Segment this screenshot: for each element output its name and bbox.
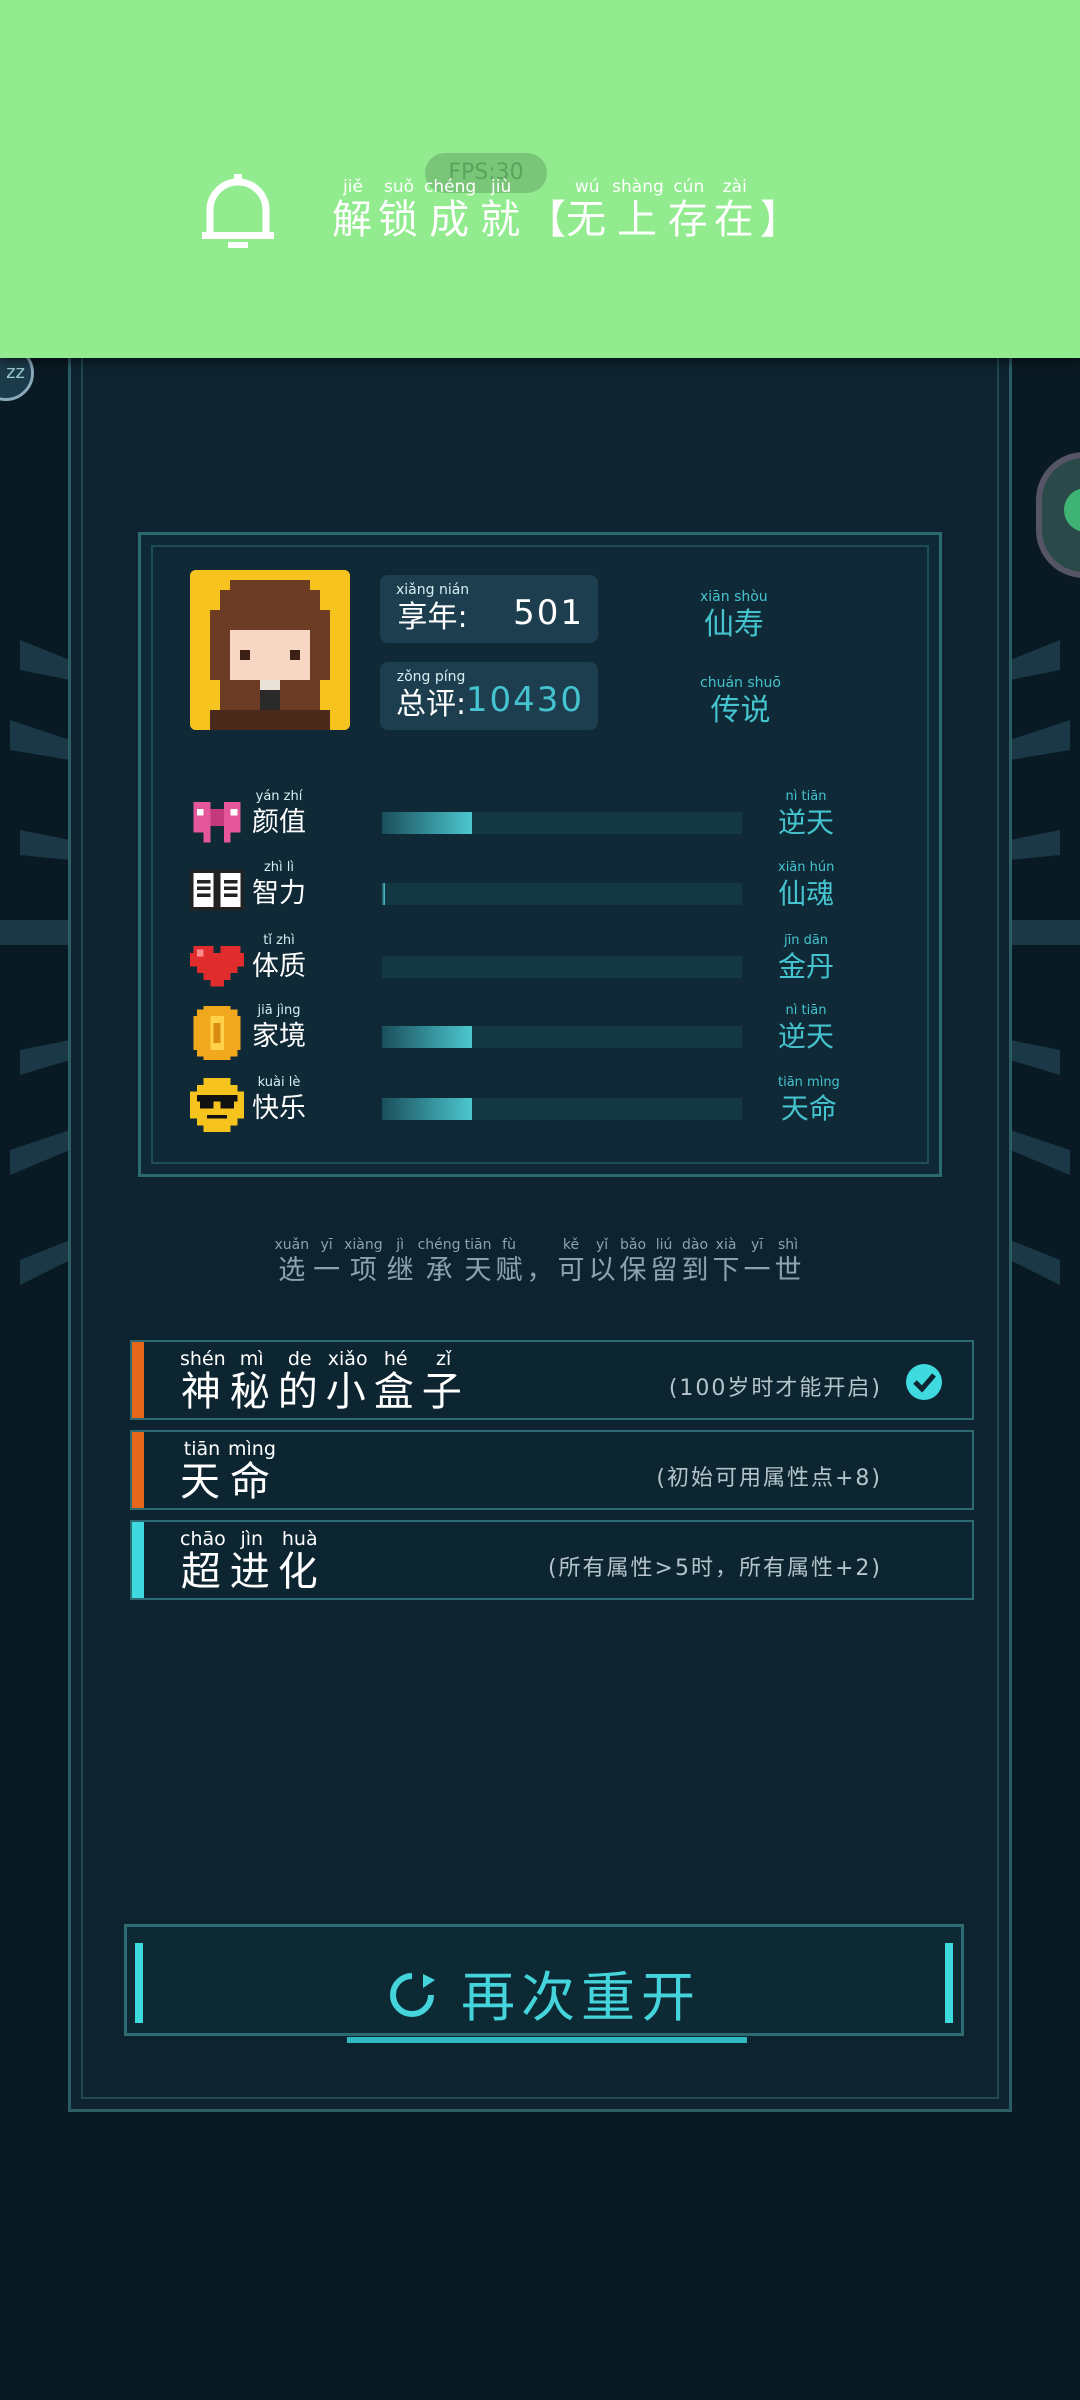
restart-icon: [390, 1973, 435, 2017]
age-value: 501: [513, 593, 584, 633]
attribute-bar: [382, 956, 742, 978]
avatar: [190, 570, 350, 730]
talent-name: tiān 天 mìng 命: [180, 1438, 276, 1505]
age-grade: xiān shòu 仙寿: [700, 589, 768, 642]
attribute-bar: [382, 1098, 742, 1120]
score-value: 10430: [465, 680, 584, 720]
bell-icon: [202, 174, 274, 248]
talent-description: (初始可用属性点+8): [656, 1466, 882, 1491]
restart-button[interactable]: 再次重开: [124, 1924, 964, 2043]
coin-icon: [193, 1006, 241, 1060]
attribute-bar: [382, 883, 742, 905]
talent-name: chāo 超 jìn 进 huà 化: [180, 1528, 322, 1595]
talent-description: (100岁时才能开启): [668, 1376, 882, 1401]
score-grade: chuán shuō 传说: [700, 675, 781, 728]
age-label: xiǎng nián 享年:: [396, 582, 470, 635]
talent-option-mystery-box[interactable]: shén 神 mì 秘 de 的 xiǎo 小 hé 盒 zǐ 子 (100岁时才能开启): [130, 1340, 974, 1420]
attribute-row-happiness: kuài lè 快乐 tiān mìng 天命: [190, 1072, 890, 1132]
achievement-banner: FPS:30 jiě 解 suǒ 锁 chéng 成 jiù 就 【 wú 无 shàng…: [0, 0, 1080, 358]
attribute-row-intelligence: zhì lì 智力 xiān hún 仙魂: [190, 857, 890, 917]
chat-icon: [1064, 488, 1080, 532]
talent-option-destiny[interactable]: tiān 天 mìng 命 (初始可用属性点+8): [130, 1430, 974, 1510]
bow-icon: [193, 802, 241, 843]
check-icon: [906, 1364, 942, 1400]
attribute-row-family: jiā jìng 家境 nì tiān 逆天: [190, 1000, 890, 1060]
talent-stripe: [132, 1432, 144, 1508]
attribute-row-constitution: tǐ zhì 体质 jīn dān 金丹: [190, 930, 890, 990]
talent-name: shén 神 mì 秘 de 的 xiǎo 小 hé 盒 zǐ 子: [180, 1348, 466, 1415]
score-label: zǒng píng 总评:: [396, 669, 467, 722]
attribute-bar: [382, 812, 742, 834]
age-box: xiǎng nián 享年: 501: [380, 575, 598, 643]
book-icon: [190, 869, 244, 911]
inherit-hint: xuǎn 选 yī 一 xiàng 项 jì 继 chéng 承 tiān 天 fù 赋 ， …: [274, 1237, 802, 1286]
talent-stripe: [132, 1522, 144, 1598]
talent-option-super-evolution[interactable]: chāo 超 jìn 进 huà 化 (所有属性>5时，所有属性+2): [130, 1520, 974, 1600]
sunglasses-face-icon: [190, 1078, 244, 1132]
talent-stripe: [132, 1342, 144, 1418]
talent-description: (所有属性>5时，所有属性+2): [547, 1556, 882, 1581]
restart-label: 再次重开: [461, 1966, 701, 2029]
attribute-row-looks: yán zhí 颜值 nì tiān 逆天: [190, 786, 890, 846]
score-box: zǒng píng 总评: 10430: [380, 662, 598, 730]
achievement-title: jiě 解 suǒ 锁 chéng 成 jiù 就 【 wú 无 shàng 上 cún 存 …: [332, 177, 800, 243]
attribute-bar: [382, 1026, 742, 1048]
heart-icon: [190, 946, 244, 987]
